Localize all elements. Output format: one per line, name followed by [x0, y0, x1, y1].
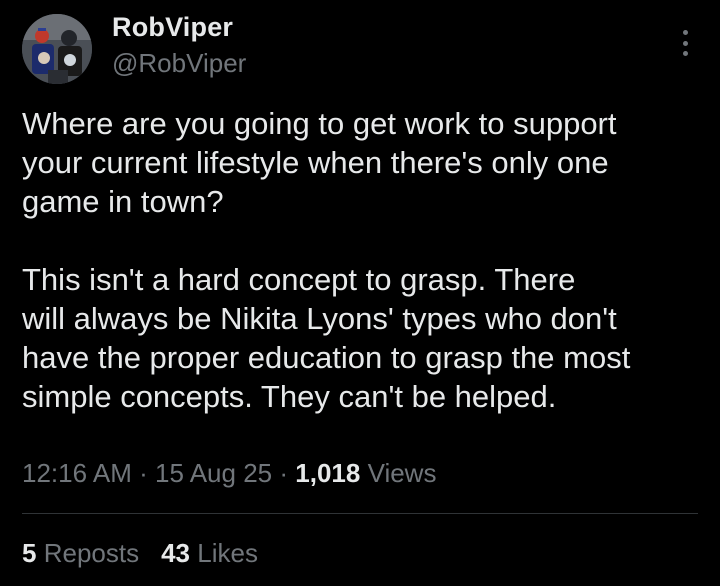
- likes-stat[interactable]: 43 Likes: [161, 538, 258, 568]
- meta-separator: ·: [139, 458, 148, 488]
- views-label: Views: [367, 458, 437, 488]
- meta-separator-2: ·: [279, 458, 289, 488]
- more-vertical-icon-dot-3: [682, 51, 688, 56]
- more-vertical-icon-dot-2: [682, 40, 688, 46]
- more-options-button[interactable]: [672, 26, 698, 60]
- author-handle[interactable]: @RobViper: [112, 48, 246, 79]
- avatar[interactable]: [22, 14, 92, 84]
- avatar-image: [22, 14, 92, 84]
- reposts-label: Reposts: [43, 538, 140, 568]
- reposts-stat[interactable]: 5 Reposts: [22, 538, 139, 568]
- more-vertical-icon: [682, 30, 688, 35]
- author-display-name[interactable]: RobViper: [112, 12, 233, 43]
- tweet-date[interactable]: 15 Aug 25: [155, 458, 272, 488]
- tweet-text: Where are you going to get work to suppo…: [22, 106, 631, 414]
- tweet-metadata: 12:16 AM · 15 Aug 25 · 1,018 Views: [22, 458, 436, 489]
- views-count: 1,018: [295, 458, 361, 488]
- engagement-stats: 5 Reposts 43 Likes: [22, 538, 258, 569]
- likes-count: 43: [161, 538, 191, 568]
- reposts-count: 5: [22, 538, 37, 568]
- tweet-time[interactable]: 12:16 AM: [22, 458, 132, 488]
- likes-label: Likes: [197, 538, 258, 568]
- divider: [22, 513, 698, 514]
